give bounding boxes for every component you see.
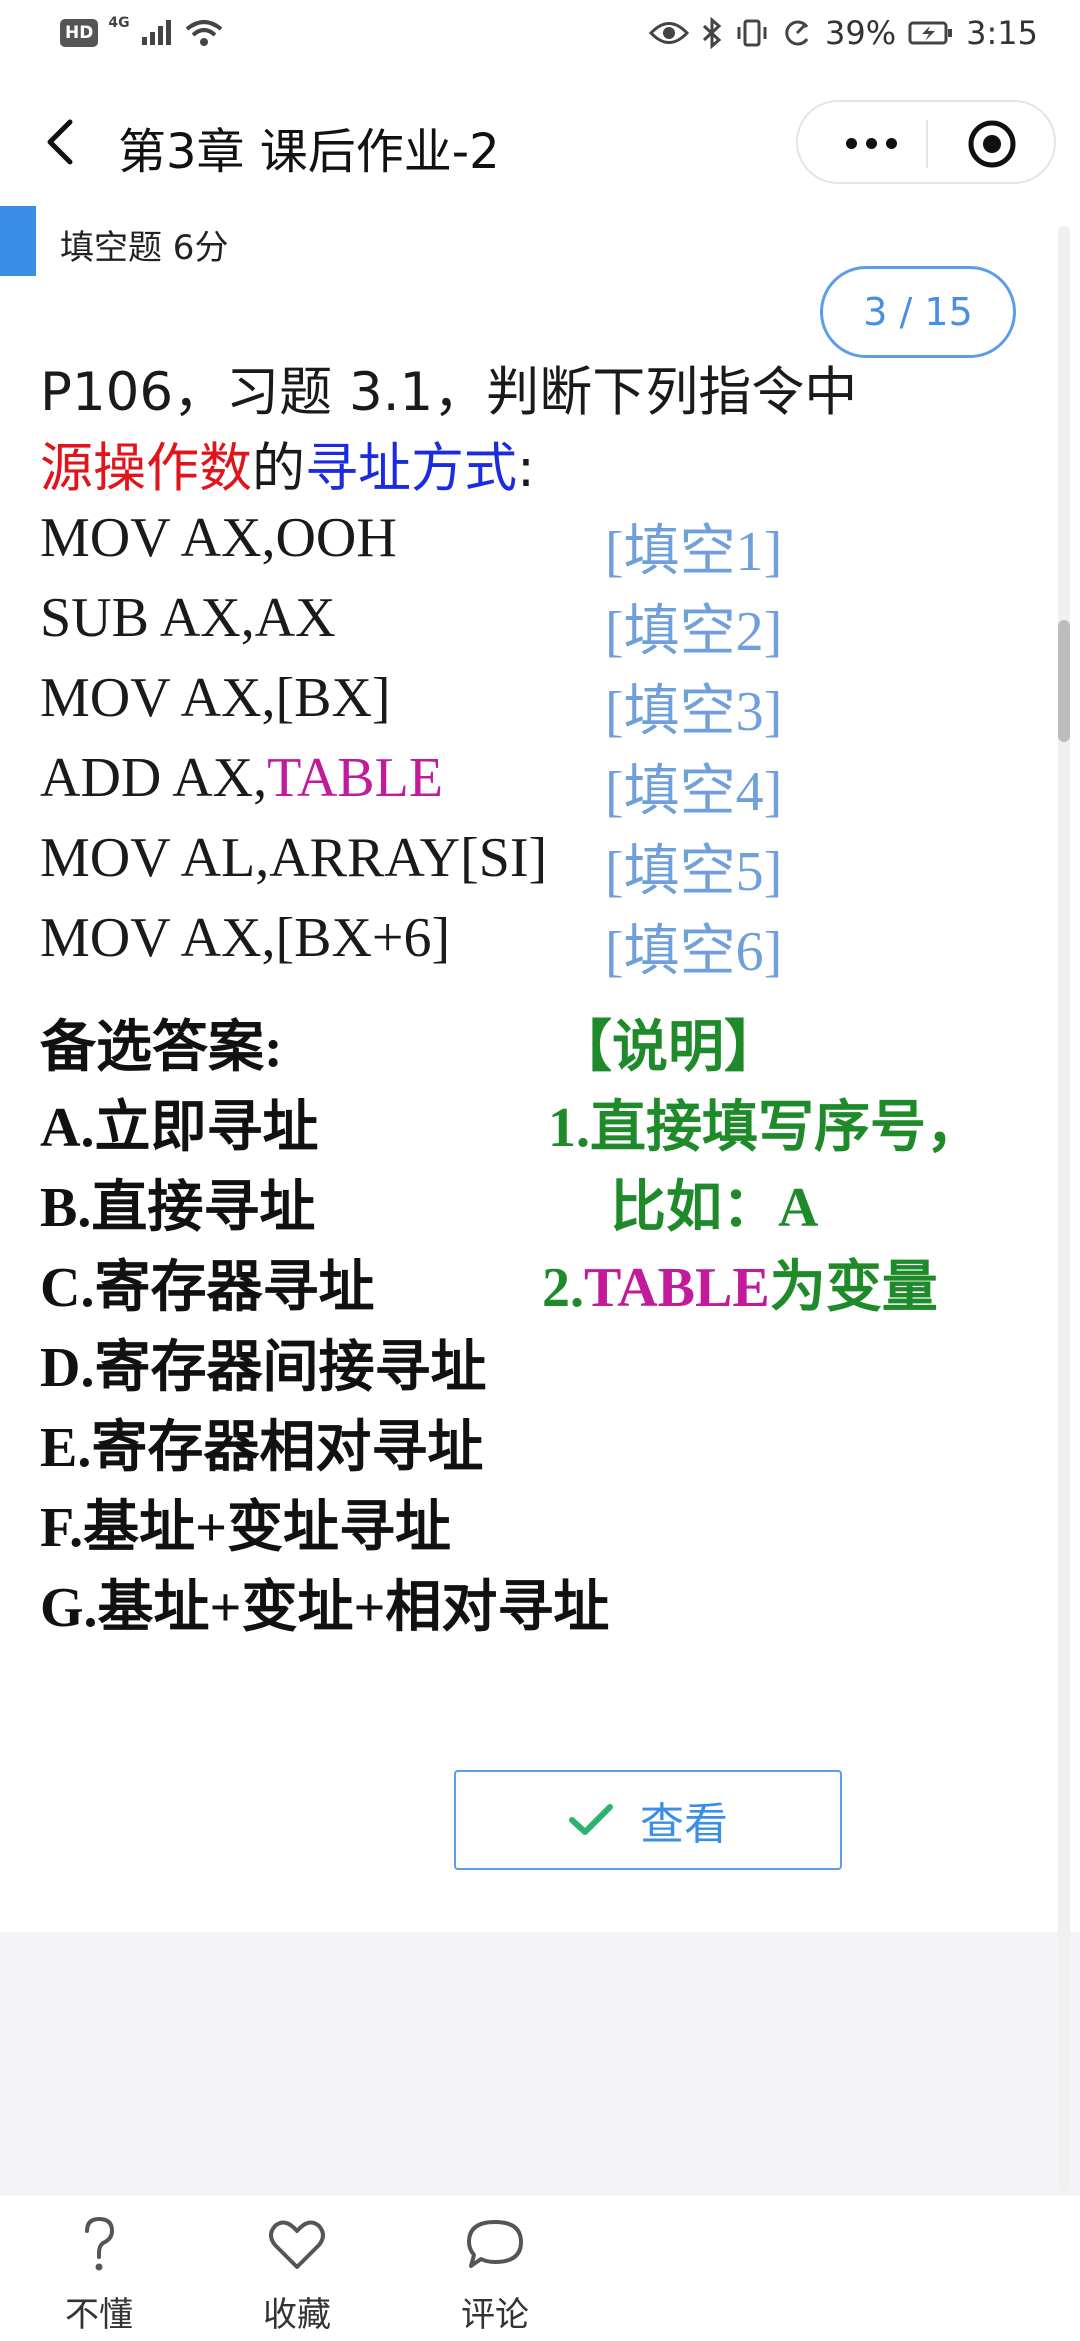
- toolbar-comment[interactable]: 评论: [430, 2211, 560, 2336]
- blank-6[interactable]: [填空6]: [605, 906, 782, 987]
- instruction-6: MOV AX,[BX+6]: [40, 907, 451, 969]
- toolbar-favorite[interactable]: 收藏: [232, 2211, 362, 2336]
- battery-percent: 39%: [825, 14, 897, 52]
- nav-bar: 第3章 课后作业-2: [0, 76, 1080, 206]
- question-icon: [85, 2216, 115, 2271]
- check-icon: [569, 1804, 613, 1835]
- blank-3[interactable]: [填空3]: [605, 666, 782, 747]
- option-a: A.立即寻址: [40, 1097, 319, 1159]
- blank-4[interactable]: [填空4]: [605, 746, 782, 827]
- note-2-highlight: TABLE: [584, 1257, 770, 1319]
- clock: 3:15: [966, 14, 1038, 52]
- view-answer-label: 查看: [640, 1799, 728, 1850]
- note-1: 1.直接填写序号，: [548, 1097, 982, 1159]
- scrollbar-track[interactable]: [1058, 226, 1070, 2192]
- question-content: 填空题 6分 3 / 15 P106，习题 3.1，判断下列指令中 源操作数的寻…: [0, 206, 1080, 1932]
- option-g: G.基址+变址+相对寻址: [40, 1577, 610, 1639]
- option-e: E.寄存器相对寻址: [40, 1417, 484, 1479]
- wifi-icon: [185, 20, 222, 46]
- option-d: D.寄存器间接寻址: [40, 1337, 487, 1399]
- question-type-marker: [0, 206, 36, 276]
- battery-charging-icon: [908, 21, 953, 45]
- status-left: HD 4G: [60, 15, 224, 48]
- note-1b: 比如：A: [610, 1177, 819, 1239]
- instruction-4-highlight: TABLE: [267, 747, 444, 809]
- eye-icon: [649, 22, 690, 44]
- toolbar-dont-understand[interactable]: 不懂: [34, 2211, 164, 2336]
- content-footer-space: [0, 1932, 1080, 2194]
- instruction-3: MOV AX,[BX]: [40, 667, 391, 729]
- option-b: B.直接寻址: [40, 1177, 316, 1239]
- close-miniprogram-icon[interactable]: [966, 118, 1018, 170]
- question-type-label: 填空题 6分: [60, 228, 229, 268]
- capsule-divider: [926, 120, 928, 168]
- option-c: C.寄存器寻址: [40, 1257, 375, 1319]
- note-title: 【说明】: [556, 1017, 780, 1079]
- prompt-highlight-red: 源操作数: [40, 438, 252, 499]
- heart-icon: [269, 2220, 325, 2269]
- signal-icon: [141, 20, 171, 45]
- bottom-toolbar: 不懂 收藏 评论: [0, 2194, 1080, 2341]
- prompt-highlight-blue: 寻址方式: [305, 438, 517, 499]
- data-saver-icon: [785, 20, 809, 46]
- scrollbar-thumb[interactable]: [1058, 620, 1070, 742]
- vibrate-icon: [737, 19, 767, 47]
- instruction-4-op: ADD AX,: [40, 747, 268, 809]
- status-bar: HD 4G 39% 3:15: [0, 0, 1080, 76]
- toolbar-label: 评论: [461, 2295, 529, 2335]
- bluetooth-icon: [702, 17, 722, 49]
- note-2-num: 2.: [542, 1257, 584, 1319]
- prompt-line-2: 源操作数的寻址方式:: [40, 426, 535, 502]
- instruction-2: SUB AX,AX: [40, 587, 336, 649]
- prompt-mid: 的: [252, 438, 305, 499]
- blank-1[interactable]: [填空1]: [605, 506, 782, 587]
- note-2-rest: 为变量: [769, 1257, 938, 1319]
- back-icon[interactable]: [36, 114, 86, 170]
- status-right: 39% 3:15: [649, 14, 1038, 52]
- blank-2[interactable]: [填空2]: [605, 586, 782, 667]
- miniprogram-capsule: [796, 100, 1056, 184]
- note-2: 2.TABLE为变量: [542, 1242, 938, 1323]
- more-icon[interactable]: [836, 118, 906, 168]
- page-title: 第3章 课后作业-2: [118, 124, 500, 180]
- question-pager[interactable]: 3 / 15: [820, 266, 1016, 358]
- blank-5[interactable]: [填空5]: [605, 826, 782, 907]
- prompt-line-1: P106，习题 3.1，判断下列指令中: [40, 362, 858, 423]
- instruction-5: MOV AL,ARRAY[SI]: [40, 827, 548, 889]
- toolbar-label: 不懂: [65, 2295, 133, 2335]
- network-type: 4G: [108, 15, 130, 31]
- view-answer-button[interactable]: 查看: [454, 1770, 842, 1870]
- option-f: F.基址+变址寻址: [40, 1497, 451, 1559]
- comment-icon: [467, 2220, 523, 2268]
- hd-badge: HD: [60, 19, 99, 47]
- instruction-1: MOV AX,OOH: [40, 507, 397, 569]
- instruction-4: ADD AX,TABLE: [40, 746, 443, 810]
- options-title: 备选答案:: [40, 1017, 283, 1079]
- toolbar-label: 收藏: [263, 2295, 331, 2335]
- prompt-end: :: [517, 438, 535, 499]
